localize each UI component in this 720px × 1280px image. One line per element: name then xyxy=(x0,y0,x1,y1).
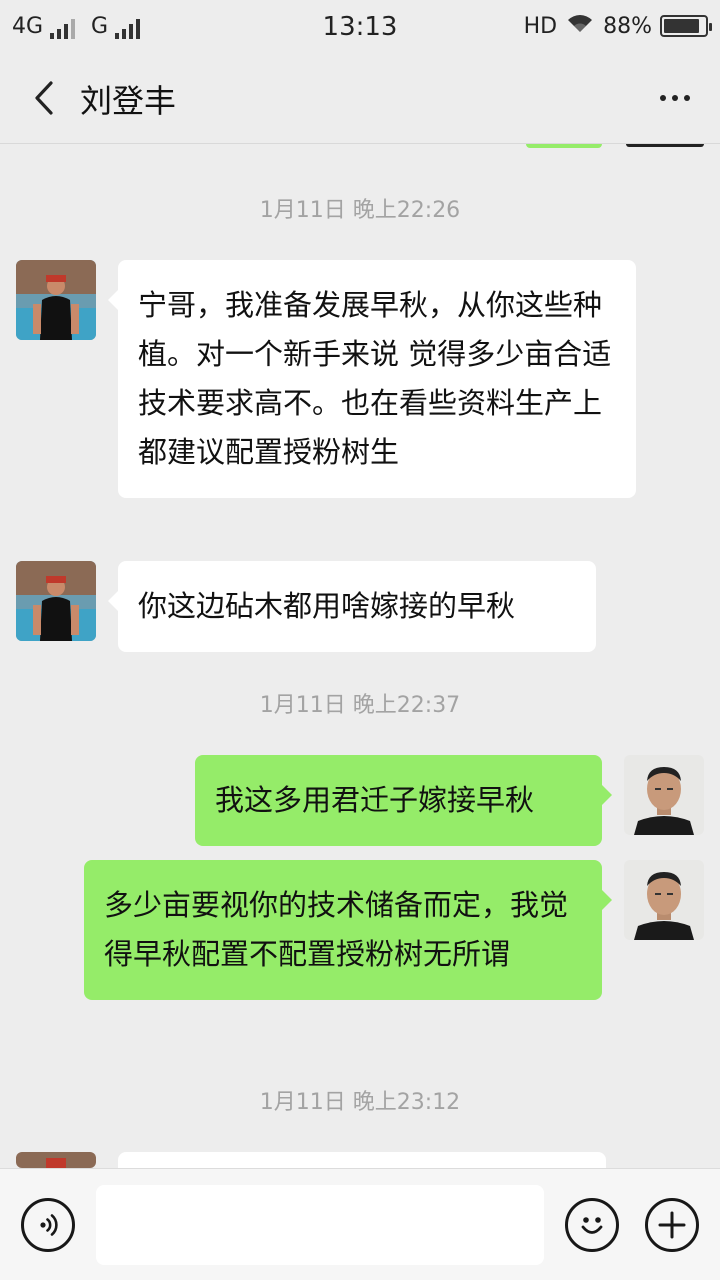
chat-title: 刘登丰 xyxy=(80,82,177,120)
message-timestamp: 1月11日 晚上23:12 xyxy=(259,1090,461,1115)
back-button[interactable] xyxy=(20,74,68,122)
chevron-left-icon xyxy=(35,81,53,115)
message-bubble-received[interactable]: 你这边砧木都用啥嫁接的早秋 xyxy=(108,561,596,652)
contact-avatar[interactable] xyxy=(16,260,96,340)
voice-button[interactable] xyxy=(21,1198,75,1252)
status-right: HD 88% xyxy=(523,12,712,40)
message-bubble-sent[interactable]: 多少亩要视你的技术储备而定，我觉得早秋配置不配置授粉树无所谓 xyxy=(84,860,612,1000)
voice-icon xyxy=(40,1214,58,1236)
battery-percent: 88% xyxy=(603,13,652,39)
message-bubble-received[interactable]: 宁哥，我准备发展早秋，从你这些种植。对一个新手来说 觉得多少亩合适 技术要求高不… xyxy=(108,260,636,498)
message-input[interactable] xyxy=(96,1185,544,1265)
message-timestamp: 1月11日 晚上22:37 xyxy=(259,693,461,718)
contact-avatar[interactable] xyxy=(16,561,96,641)
more-dot xyxy=(672,95,678,101)
chat-header: 刘登丰 xyxy=(0,52,720,144)
emoji-icon xyxy=(581,1217,603,1234)
hd-label: HD xyxy=(523,13,558,39)
plus-icon xyxy=(658,1211,686,1239)
contact-avatar[interactable] xyxy=(16,1152,96,1168)
previous-avatar-edge xyxy=(626,144,704,147)
my-avatar[interactable] xyxy=(624,755,704,835)
message-bubble-sent[interactable]: 我这多用君迁子嫁接早秋 xyxy=(195,755,612,846)
chat-screen: 4G G 13:13 HD 88% 刘登丰 1月11日 晚上22:26 宁哥，我… xyxy=(0,0,720,1280)
emoji-button[interactable] xyxy=(565,1198,619,1252)
more-dot xyxy=(660,95,666,101)
battery-icon xyxy=(660,15,712,37)
input-bar xyxy=(0,1168,720,1280)
more-button[interactable] xyxy=(650,74,700,122)
wifi-icon xyxy=(565,12,595,40)
plus-button[interactable] xyxy=(645,1198,699,1252)
my-avatar[interactable] xyxy=(624,860,704,940)
message-bubble-received-partial[interactable] xyxy=(118,1152,606,1168)
message-timestamp: 1月11日 晚上22:26 xyxy=(259,198,461,223)
previous-sent-bubble-edge xyxy=(526,144,602,148)
status-bar: 4G G 13:13 HD 88% xyxy=(0,0,720,52)
more-dot xyxy=(684,95,690,101)
